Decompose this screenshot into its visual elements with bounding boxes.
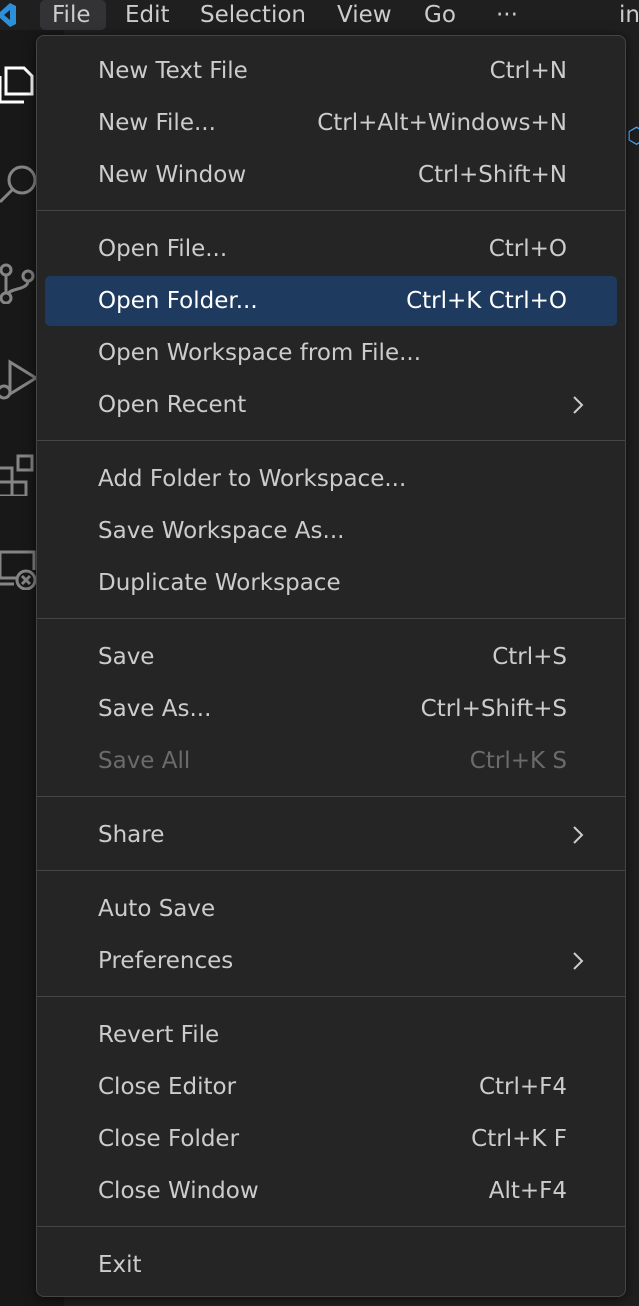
- menu-item-label: Add Folder to Workspace...: [98, 466, 407, 492]
- menu-item-duplicate-workspace[interactable]: Duplicate Workspace: [45, 558, 617, 608]
- menu-item-save-as[interactable]: Save As... Ctrl+Shift+S: [45, 684, 617, 734]
- menu-item-label: Open Workspace from File...: [98, 340, 422, 366]
- chevron-right-icon: [573, 826, 584, 844]
- menubar-more-button[interactable]: ···: [484, 0, 530, 30]
- menu-item-shortcut: Ctrl+Shift+N: [418, 162, 567, 188]
- menu-item-exit[interactable]: Exit: [45, 1240, 617, 1290]
- menubar-selection[interactable]: Selection: [188, 0, 318, 30]
- title-bar: File Edit Selection View Go ··· in: [0, 0, 639, 30]
- file-menu: New Text File Ctrl+N New File... Ctrl+Al…: [36, 35, 626, 1297]
- menu-item-share[interactable]: Share: [45, 810, 617, 860]
- menu-item-label: Open File...: [98, 236, 228, 262]
- chevron-right-icon: [573, 952, 584, 970]
- menu-separator: [37, 210, 625, 211]
- menu-item-label: Close Folder: [98, 1126, 240, 1152]
- explorer-icon[interactable]: [0, 64, 38, 106]
- remote-explorer-icon[interactable]: [0, 548, 38, 591]
- window-title: in: [619, 2, 639, 28]
- source-control-icon[interactable]: [0, 262, 38, 305]
- menu-item-label: Close Window: [98, 1178, 259, 1204]
- menu-item-shortcut: Ctrl+N: [489, 58, 567, 84]
- menu-item-shortcut: Ctrl+F4: [478, 1074, 567, 1100]
- menubar-file[interactable]: File: [40, 0, 106, 30]
- menu-item-label: Close Editor: [98, 1074, 237, 1100]
- menu-item-label: Save Workspace As...: [98, 518, 345, 544]
- menu-item-shortcut: Ctrl+Alt+Windows+N: [317, 110, 567, 136]
- menu-separator: [37, 1226, 625, 1227]
- menu-item-shortcut: Ctrl+K Ctrl+O: [406, 288, 567, 314]
- menubar-edit[interactable]: Edit: [113, 0, 182, 30]
- menu-item-label: Auto Save: [98, 896, 216, 922]
- extensions-icon[interactable]: [0, 454, 38, 498]
- menu-item-revert-file[interactable]: Revert File: [45, 1010, 617, 1060]
- menu-item-save[interactable]: Save Ctrl+S: [45, 632, 617, 682]
- menu-item-label: Save As...: [98, 696, 212, 722]
- editor-glyph: ⬡: [627, 124, 639, 149]
- menu-item-close-editor[interactable]: Close Editor Ctrl+F4: [45, 1062, 617, 1112]
- menu-item-label: Duplicate Workspace: [98, 570, 341, 596]
- run-debug-icon[interactable]: [0, 358, 39, 400]
- menu-item-save-all: Save All Ctrl+K S: [45, 736, 617, 786]
- menu-item-shortcut: Ctrl+S: [492, 644, 567, 670]
- menu-item-label: Open Recent: [98, 392, 247, 418]
- menu-item-shortcut: Ctrl+Shift+S: [420, 696, 567, 722]
- search-icon[interactable]: [0, 162, 38, 204]
- menubar-view[interactable]: View: [325, 0, 404, 30]
- menu-item-label: Save: [98, 644, 155, 670]
- menu-item-open-folder[interactable]: Open Folder... Ctrl+K Ctrl+O: [45, 276, 617, 326]
- menu-item-auto-save[interactable]: Auto Save: [45, 884, 617, 934]
- menu-item-close-window[interactable]: Close Window Alt+F4: [45, 1166, 617, 1216]
- menu-separator: [37, 618, 625, 619]
- menu-item-label: Preferences: [98, 948, 234, 974]
- menu-item-new-text-file[interactable]: New Text File Ctrl+N: [45, 46, 617, 96]
- menu-separator: [37, 440, 625, 441]
- menu-item-new-window[interactable]: New Window Ctrl+Shift+N: [45, 150, 617, 200]
- vscode-logo-icon: [0, 3, 16, 27]
- menu-item-close-folder[interactable]: Close Folder Ctrl+K F: [45, 1114, 617, 1164]
- menu-separator: [37, 996, 625, 997]
- menu-item-open-workspace-from-file[interactable]: Open Workspace from File...: [45, 328, 617, 378]
- chevron-right-icon: [573, 396, 584, 414]
- menu-item-open-recent[interactable]: Open Recent: [45, 380, 617, 430]
- menu-item-add-folder-to-workspace[interactable]: Add Folder to Workspace...: [45, 454, 617, 504]
- menu-item-label: Share: [98, 822, 165, 848]
- menu-item-shortcut: Alt+F4: [488, 1178, 567, 1204]
- menu-item-label: Open Folder...: [98, 288, 258, 314]
- menubar-go[interactable]: Go: [412, 0, 468, 30]
- menu-item-shortcut: Ctrl+K S: [469, 748, 567, 774]
- menu-item-label: Save All: [98, 748, 191, 774]
- menu-separator: [37, 870, 625, 871]
- menu-item-shortcut: Ctrl+K F: [471, 1126, 567, 1152]
- menu-item-new-file[interactable]: New File... Ctrl+Alt+Windows+N: [45, 98, 617, 148]
- menu-item-label: New Text File: [98, 58, 248, 84]
- menu-item-shortcut: Ctrl+O: [488, 236, 567, 262]
- menu-item-label: New File...: [98, 110, 216, 136]
- menu-item-save-workspace-as[interactable]: Save Workspace As...: [45, 506, 617, 556]
- menu-item-open-file[interactable]: Open File... Ctrl+O: [45, 224, 617, 274]
- menu-item-preferences[interactable]: Preferences: [45, 936, 617, 986]
- menu-item-label: New Window: [98, 162, 247, 188]
- menu-separator: [37, 796, 625, 797]
- menu-item-label: Exit: [98, 1252, 142, 1278]
- menu-item-label: Revert File: [98, 1022, 220, 1048]
